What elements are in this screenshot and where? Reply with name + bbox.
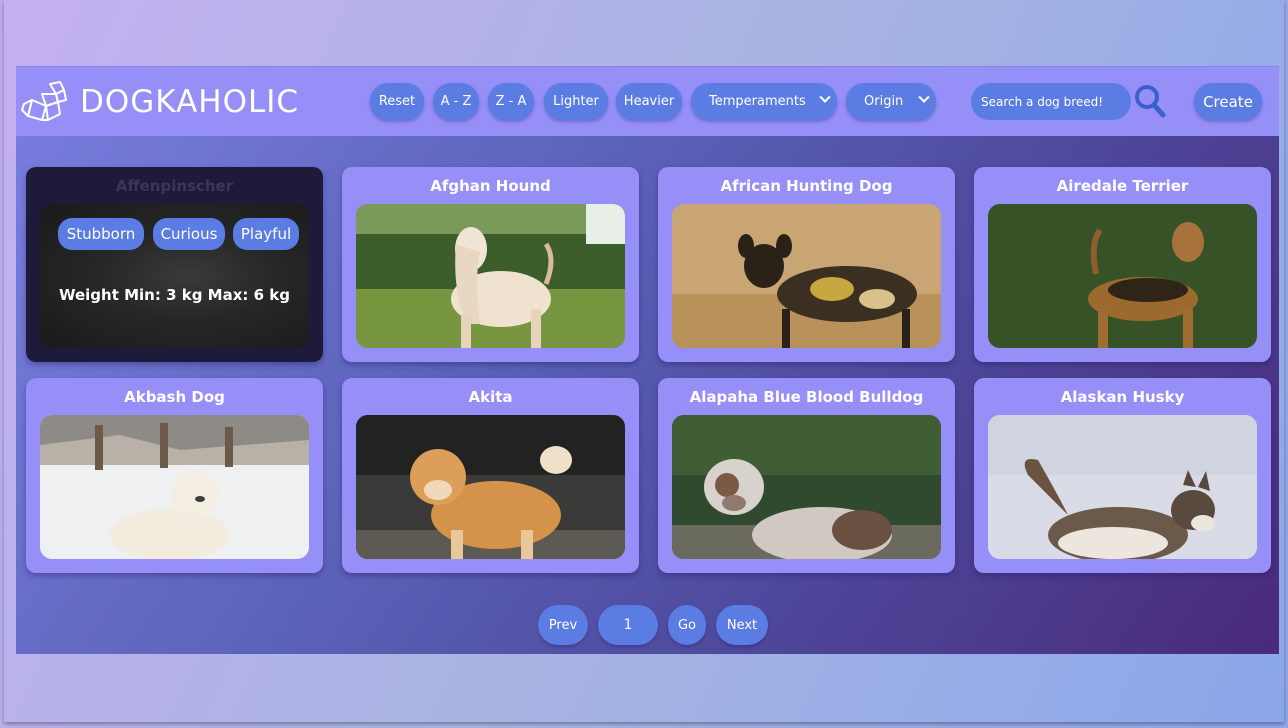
chevron-down-icon xyxy=(918,91,930,103)
temperament-chip: Stubborn xyxy=(58,218,144,250)
dog-logo-icon[interactable] xyxy=(20,80,70,126)
dog-card[interactable]: Airedale Terrier xyxy=(974,167,1271,362)
page-number-input[interactable]: 1 xyxy=(598,605,658,645)
dog-card[interactable]: African Hunting Dog xyxy=(658,167,955,362)
go-button[interactable]: Go xyxy=(668,605,706,645)
dog-photo-afghan-hound xyxy=(356,204,625,348)
dog-photo-airedale-terrier xyxy=(988,204,1257,348)
sort-lighter-button[interactable]: Lighter xyxy=(544,83,608,120)
dog-name: Airedale Terrier xyxy=(1056,177,1189,195)
origin-select[interactable]: Origin xyxy=(846,83,936,120)
dog-name: Alaskan Husky xyxy=(1060,388,1185,406)
weight-range: Weight Min: 3 kg Max: 6 kg xyxy=(58,286,290,304)
reset-button[interactable]: Reset xyxy=(370,83,424,120)
sort-heavier-button[interactable]: Heavier xyxy=(616,83,682,120)
dog-photo-alapaha-blue-blood-bulldog xyxy=(672,415,941,559)
prev-page-button[interactable]: Prev xyxy=(538,605,588,645)
dog-photo-akita xyxy=(356,415,625,559)
temperament-chip: Curious xyxy=(153,218,225,250)
dog-name: Akita xyxy=(468,388,513,406)
search-input[interactable]: Search a dog breed! xyxy=(971,83,1131,120)
app-container: DOGKAHOLIC Reset A - Z Z - A Lighter Hea… xyxy=(16,66,1279,654)
chevron-down-icon xyxy=(819,91,831,103)
dog-photo-african-hunting-dog xyxy=(672,204,941,348)
search-icon[interactable] xyxy=(1133,83,1167,119)
dog-card[interactable]: Afghan Hound xyxy=(342,167,639,362)
dog-name: Akbash Dog xyxy=(124,388,225,406)
search-placeholder: Search a dog breed! xyxy=(981,94,1104,109)
dog-card[interactable]: Alaskan Husky xyxy=(974,378,1271,573)
dog-photo-alaskan-husky xyxy=(988,415,1257,559)
dog-name: Alapaha Blue Blood Bulldog xyxy=(689,388,924,406)
origin-select-label: Origin xyxy=(864,94,904,109)
dog-name: African Hunting Dog xyxy=(720,177,893,195)
sort-az-button[interactable]: A - Z xyxy=(433,83,479,120)
dog-card[interactable]: Akita xyxy=(342,378,639,573)
temperaments-select[interactable]: Temperaments xyxy=(691,83,837,120)
dog-photo-akbash-dog xyxy=(40,415,309,559)
sort-za-button[interactable]: Z - A xyxy=(488,83,534,120)
dog-photo-affenpinscher: Stubborn Curious Playful Weight Min: 3 k… xyxy=(40,204,309,348)
temperament-chip: Playful xyxy=(233,218,299,250)
dog-name: Affenpinscher xyxy=(115,177,234,195)
create-button[interactable]: Create xyxy=(1194,83,1262,120)
navbar: DOGKAHOLIC Reset A - Z Z - A Lighter Hea… xyxy=(16,66,1279,136)
dog-card[interactable]: Affenpinscher Stubborn Curious Playful W… xyxy=(26,167,323,362)
brand-title[interactable]: DOGKAHOLIC xyxy=(80,84,299,120)
dog-name: Afghan Hound xyxy=(430,177,551,195)
window-frame: DOGKAHOLIC Reset A - Z Z - A Lighter Hea… xyxy=(4,0,1284,722)
temperaments-select-label: Temperaments xyxy=(709,94,806,109)
dog-card[interactable]: Alapaha Blue Blood Bulldog xyxy=(658,378,955,573)
next-page-button[interactable]: Next xyxy=(716,605,768,645)
dog-card[interactable]: Akbash Dog xyxy=(26,378,323,573)
